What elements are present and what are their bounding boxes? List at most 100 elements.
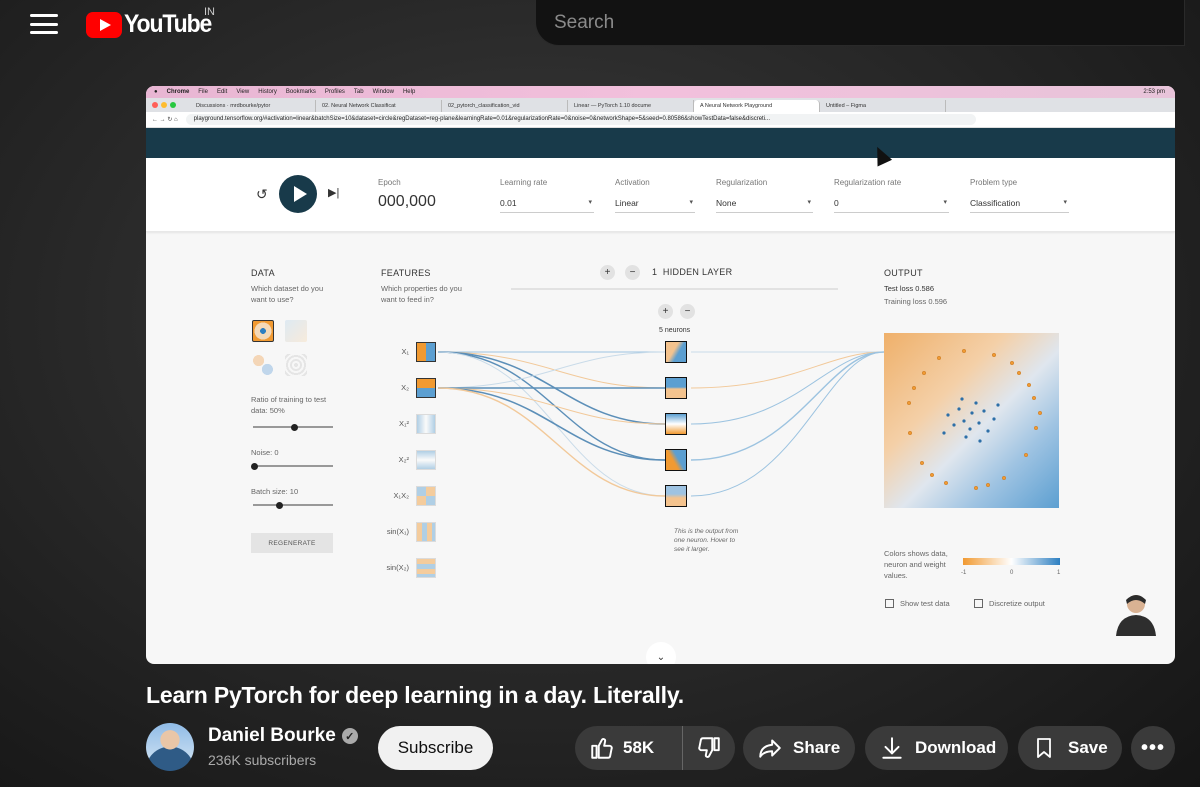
channel-name[interactable]: Daniel Bourke bbox=[208, 725, 336, 747]
presenter-webcam bbox=[1116, 595, 1156, 636]
color-scale-bar bbox=[963, 558, 1060, 565]
subscribe-button[interactable]: Subscribe bbox=[378, 726, 493, 770]
youtube-logo[interactable]: YouTube bbox=[86, 10, 219, 39]
show-test-data-checkbox bbox=[885, 599, 894, 608]
mac-menu-item: Help bbox=[402, 89, 416, 95]
browser-tab-active: A Neural Network Playground bbox=[694, 100, 820, 112]
learning-rate-value: 0.01 bbox=[500, 198, 594, 213]
test-loss: Test loss 0.586 bbox=[884, 284, 935, 293]
like-dislike-group: 58K bbox=[575, 726, 735, 770]
playground-controls: ↺ ▶| Epoch 000,000 Learning rate 0.01 Ac… bbox=[146, 158, 1175, 232]
mac-menu-item: Tab bbox=[353, 89, 364, 95]
play-button-icon bbox=[279, 175, 317, 213]
browser-tab: 02_pytorch_classification_vid bbox=[442, 100, 568, 112]
channel-avatar[interactable] bbox=[146, 723, 194, 771]
thumbs-down-icon bbox=[698, 737, 720, 758]
chevron-down-icon: ⌄ bbox=[646, 642, 676, 664]
download-label: Download bbox=[915, 738, 997, 757]
neuron-box bbox=[665, 449, 687, 471]
training-loss: Training loss 0.596 bbox=[884, 297, 948, 306]
save-label: Save bbox=[1068, 738, 1108, 757]
discretize-output-label: Discretize output bbox=[989, 599, 1045, 608]
remove-layer-icon: − bbox=[625, 265, 640, 280]
playground-header bbox=[146, 128, 1175, 158]
activation-select: Activation Linear bbox=[615, 178, 695, 213]
download-button[interactable]: Download bbox=[865, 726, 1008, 770]
reg-rate-value: 0 bbox=[834, 198, 949, 213]
mac-menubar: ● Chrome File Edit View History Bookmark… bbox=[146, 86, 1175, 98]
browser-tab: Discussions · mrdbourke/pytor bbox=[190, 100, 316, 112]
search-input[interactable]: Search bbox=[535, 0, 1185, 46]
mac-menu-item: Chrome bbox=[166, 89, 190, 95]
hamburger-menu-icon[interactable] bbox=[28, 12, 60, 36]
output-heatmap bbox=[884, 333, 1059, 508]
nav-arrows-icon: ← → ↻ ⌂ bbox=[152, 117, 178, 123]
mac-menu-item: Bookmarks bbox=[285, 89, 316, 95]
neuron-box bbox=[665, 341, 687, 363]
add-neuron-icon: + bbox=[658, 304, 673, 319]
browser-urlbar: ← → ↻ ⌂ playground.tensorflow.org/#activ… bbox=[146, 112, 1175, 128]
colorbar-tick: 1 bbox=[1057, 570, 1061, 576]
like-count: 58K bbox=[623, 738, 655, 757]
reg-rate-select: Regularization rate 0 bbox=[834, 178, 949, 213]
mac-menu-item: History bbox=[258, 89, 277, 95]
mac-clock: 2:53 pm bbox=[1143, 89, 1165, 95]
playground-main: DATA Which dataset do you want to use? R… bbox=[146, 232, 1175, 632]
video-title: Learn PyTorch for deep learning in a day… bbox=[146, 682, 684, 708]
problem-type-select: Problem type Classification bbox=[970, 178, 1069, 213]
colors-note: Colors shows data, neuron and weight val… bbox=[884, 549, 948, 580]
youtube-masthead: YouTube IN Search bbox=[0, 0, 1200, 56]
regularization-label: Regularization bbox=[716, 178, 768, 187]
apple-icon: ● bbox=[154, 89, 158, 95]
show-test-data-label: Show test data bbox=[900, 599, 950, 608]
thumbs-up-icon bbox=[591, 738, 613, 759]
add-layer-icon: + bbox=[600, 265, 615, 280]
neuron-box bbox=[665, 377, 687, 399]
mac-menu-item: View bbox=[236, 89, 250, 95]
dislike-button[interactable] bbox=[683, 726, 735, 770]
neuron-box bbox=[665, 413, 687, 435]
problem-type-value: Classification bbox=[970, 198, 1069, 213]
epoch-value: 000,000 bbox=[378, 193, 436, 210]
activation-value: Linear bbox=[615, 198, 695, 213]
activation-label: Activation bbox=[615, 178, 650, 187]
remove-neuron-icon: − bbox=[680, 304, 695, 319]
hidden-layer-count: 1 HIDDEN LAYER bbox=[652, 267, 732, 277]
bookmark-icon bbox=[1037, 738, 1051, 758]
hidden-layer-label: HIDDEN LAYER bbox=[662, 267, 733, 277]
step-icon: ▶| bbox=[328, 187, 340, 199]
browser-tab: Linear — PyTorch 1.10 docume bbox=[568, 100, 694, 112]
regularization-value: None bbox=[716, 198, 813, 213]
neuron-note: This is the output from one neuron. Hove… bbox=[674, 528, 739, 553]
download-icon bbox=[882, 737, 902, 759]
problem-type-label: Problem type bbox=[970, 178, 1018, 187]
browser-tab: Untitled – Figma bbox=[820, 100, 946, 112]
save-button[interactable]: Save bbox=[1018, 726, 1122, 770]
share-button[interactable]: Share bbox=[743, 726, 855, 770]
like-button[interactable]: 58K bbox=[575, 726, 683, 770]
neuron-box bbox=[665, 485, 687, 507]
channel-name-row[interactable]: Daniel Bourke ✓ bbox=[208, 725, 358, 747]
mac-menu-item: Profiles bbox=[324, 89, 345, 95]
subscriber-count: 236K subscribers bbox=[208, 752, 317, 768]
regularization-select: Regularization None bbox=[716, 178, 813, 213]
learning-rate-label: Learning rate bbox=[500, 178, 548, 187]
browser-tab: 02. Neural Network Classificat bbox=[316, 100, 442, 112]
browser-tabs: Discussions · mrdbourke/pytor 02. Neural… bbox=[146, 98, 1175, 112]
youtube-play-icon bbox=[86, 11, 122, 38]
share-label: Share bbox=[793, 738, 841, 757]
reg-rate-label: Regularization rate bbox=[834, 178, 902, 187]
more-actions-icon[interactable]: ••• bbox=[1131, 726, 1175, 770]
mac-menu-item: File bbox=[198, 89, 208, 95]
epoch-counter: Epoch 000,000 bbox=[378, 178, 436, 211]
neurons-label: 5 neurons bbox=[659, 327, 691, 334]
colorbar-tick: -1 bbox=[961, 570, 967, 576]
mac-menu-item: Edit bbox=[216, 89, 228, 95]
discretize-output-checkbox bbox=[974, 599, 983, 608]
mac-menu-item: Window bbox=[372, 89, 394, 95]
colorbar-tick: 0 bbox=[1010, 570, 1014, 576]
url-field: playground.tensorflow.org/#activation=li… bbox=[185, 114, 976, 125]
learning-rate-select: Learning rate 0.01 bbox=[500, 178, 594, 213]
country-code: IN bbox=[204, 6, 215, 18]
video-player[interactable]: ● Chrome File Edit View History Bookmark… bbox=[146, 86, 1175, 664]
